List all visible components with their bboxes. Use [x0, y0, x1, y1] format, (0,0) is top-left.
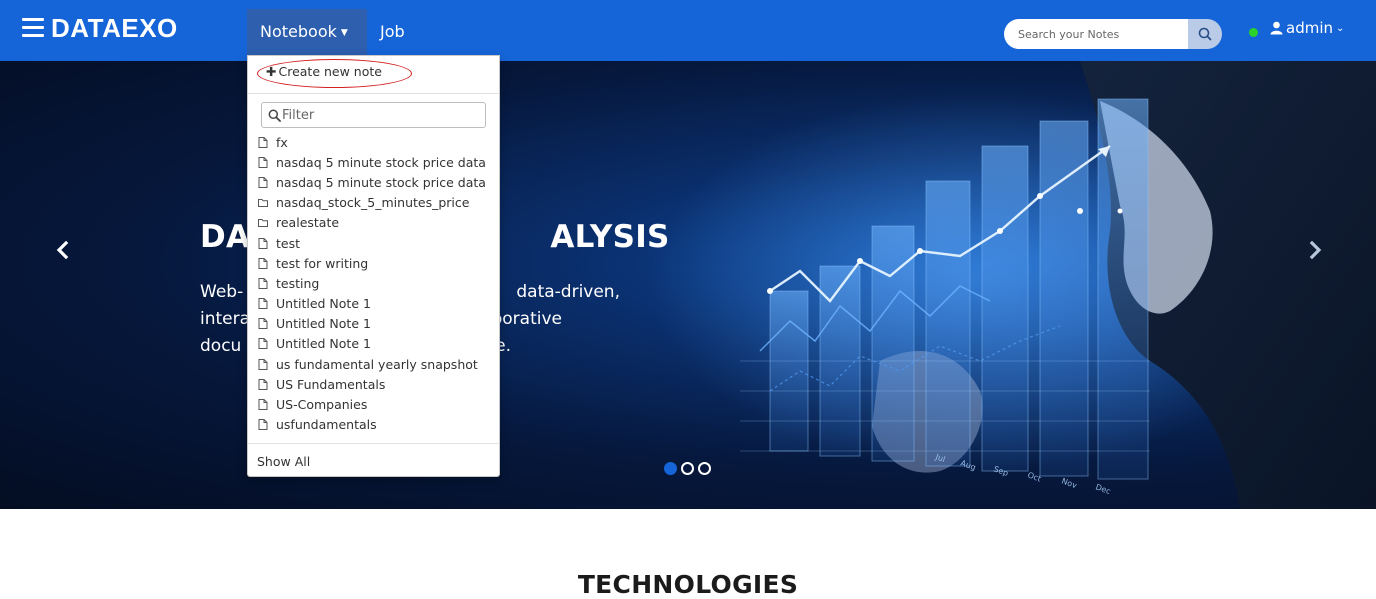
- note-list-item-label: US-Companies: [276, 397, 368, 413]
- note-list-item-label: test: [276, 235, 301, 251]
- hero-text-left: docu: [200, 336, 242, 356]
- search-button[interactable]: [1188, 19, 1222, 49]
- job-menu[interactable]: Job: [380, 9, 405, 55]
- note-list-item[interactable]: testing: [248, 273, 499, 293]
- carousel-indicator-1[interactable]: [664, 462, 677, 475]
- note-list-item-label: realestate: [276, 215, 340, 231]
- folder-icon: [258, 217, 276, 228]
- carousel-indicator-3[interactable]: [698, 462, 711, 475]
- top-navbar: DATAEXO Notebook▼ Job admin ⌄: [0, 0, 1376, 61]
- file-icon: [258, 156, 276, 168]
- notebook-menu-label: Notebook: [260, 22, 337, 41]
- hero-text-right: data-driven,: [516, 282, 620, 302]
- file-icon: [258, 378, 276, 390]
- caret-down-icon: ▼: [340, 28, 348, 38]
- file-icon: [258, 136, 276, 148]
- online-status-dot: [1249, 28, 1258, 37]
- carousel-indicator-2[interactable]: [681, 462, 694, 475]
- note-list-item-label: us fundamental yearly snapshot: [276, 356, 478, 372]
- note-list-item-label: nasdaq_stock_5_minutes_price: [276, 195, 470, 211]
- month-label: Dec: [1094, 482, 1112, 496]
- carousel-indicators: [664, 462, 711, 475]
- note-list-item-label: Untitled Note 1: [276, 336, 371, 352]
- note-search: [1004, 19, 1222, 49]
- file-icon: [258, 176, 276, 188]
- note-list-item[interactable]: US-Companies: [248, 394, 499, 414]
- note-list-item[interactable]: test: [248, 233, 499, 253]
- note-list-item[interactable]: test for writing: [248, 253, 499, 273]
- file-icon: [258, 358, 276, 370]
- folder-icon: [258, 197, 276, 208]
- filter-box: [261, 102, 486, 128]
- search-icon: [268, 109, 281, 122]
- note-list-item-label: US Fundamentals: [276, 376, 386, 392]
- note-list-item[interactable]: nasdaq_stock_5_minutes_price: [248, 193, 499, 213]
- chevron-left-icon[interactable]: [52, 239, 74, 261]
- file-icon: [258, 318, 276, 330]
- note-list-item-label: nasdaq 5 minute stock price data: [276, 154, 486, 170]
- filter-input[interactable]: [282, 105, 482, 125]
- create-new-note-link[interactable]: ✚ Create new note: [266, 64, 382, 79]
- note-list-item[interactable]: fx: [248, 132, 499, 152]
- note-list-item[interactable]: nasdaq 5 minute stock price data: [248, 172, 499, 192]
- notebook-menu[interactable]: Notebook ▼: [247, 9, 367, 55]
- file-icon: [258, 338, 276, 350]
- divider: [248, 93, 499, 94]
- note-list-item[interactable]: Untitled Note 1: [248, 294, 499, 314]
- show-all-link[interactable]: Show All: [257, 454, 310, 469]
- hero-carousel: Jul Aug Sep Oct Nov Dec DA ALYSIS Web-dat…: [0, 61, 1376, 509]
- note-list-item-label: test for writing: [276, 255, 369, 271]
- section-title: TECHNOLOGIES: [577, 570, 799, 599]
- user-menu[interactable]: admin ⌄: [1270, 19, 1344, 37]
- chevron-right-icon[interactable]: [1304, 239, 1326, 261]
- brand-logo[interactable]: DATAEXO: [51, 13, 178, 44]
- plus-icon: ✚: [266, 64, 277, 79]
- note-list-item-label: Untitled Note 1: [276, 296, 371, 312]
- note-list-item-label: fx: [276, 134, 288, 150]
- file-icon: [258, 298, 276, 310]
- note-list-item-label: usfundamentals: [276, 417, 377, 433]
- divider: [248, 443, 499, 444]
- hamburger-menu-icon[interactable]: [22, 18, 44, 38]
- note-list-item[interactable]: us fundamental yearly snapshot: [248, 354, 499, 374]
- user-name: admin: [1286, 19, 1333, 37]
- file-icon: [258, 399, 276, 411]
- hero-title-right: ALYSIS: [550, 219, 670, 255]
- search-icon: [1198, 27, 1212, 41]
- note-list-item[interactable]: realestate: [248, 213, 499, 233]
- note-list-item[interactable]: usfundamentals: [248, 415, 499, 435]
- note-list-item-label: testing: [276, 275, 320, 291]
- note-list-item[interactable]: Untitled Note 1: [248, 314, 499, 334]
- file-icon: [258, 277, 276, 289]
- create-new-note-label: Create new note: [278, 64, 382, 79]
- file-icon: [258, 419, 276, 431]
- hero-text-left: intera: [200, 309, 251, 329]
- month-label: Nov: [1060, 476, 1078, 490]
- chevron-down-icon: ⌄: [1336, 22, 1345, 34]
- note-list-item-label: nasdaq 5 minute stock price data: [276, 174, 486, 190]
- note-list-item[interactable]: US Fundamentals: [248, 374, 499, 394]
- notebook-dropdown: ✚Create new note fx nasdaq 5 minute stock…: [247, 55, 500, 477]
- search-input[interactable]: [1004, 19, 1190, 49]
- file-icon: [258, 237, 276, 249]
- hero-text-left: Web-: [200, 282, 244, 302]
- note-list-item[interactable]: Untitled Note 1: [248, 334, 499, 354]
- file-icon: [258, 257, 276, 269]
- user-icon: [1270, 21, 1283, 35]
- hero-text-right: borative: [491, 309, 562, 329]
- note-list-item-label: Untitled Note 1: [276, 316, 371, 332]
- note-list: fx nasdaq 5 minute stock price data nasdaq…: [248, 132, 499, 435]
- note-list-item[interactable]: nasdaq 5 minute stock price data: [248, 152, 499, 172]
- hero-title-left: DA: [200, 219, 251, 255]
